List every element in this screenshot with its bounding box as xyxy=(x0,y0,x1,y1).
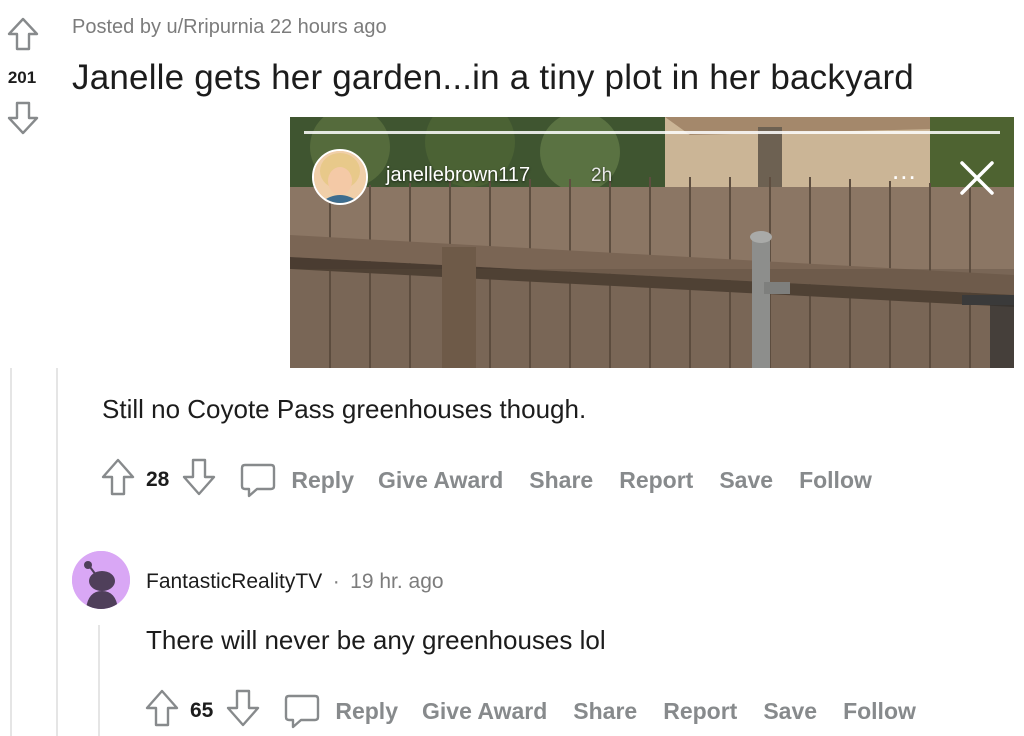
post-meta: Posted by u/Rripurnia 22 hours ago xyxy=(72,16,387,38)
comment-downvote-button[interactable] xyxy=(225,688,261,734)
reply-button[interactable]: Reply xyxy=(239,461,354,499)
reply-label: Reply xyxy=(335,697,398,724)
reply-button[interactable]: Reply xyxy=(283,692,398,730)
story-time: 2h xyxy=(591,165,613,186)
post-title[interactable]: Janelle gets her garden...in a tiny plot… xyxy=(72,58,914,98)
report-button[interactable]: Report xyxy=(619,467,693,494)
thread-line[interactable] xyxy=(56,368,58,736)
follow-button[interactable]: Follow xyxy=(799,467,872,494)
upvote-icon xyxy=(145,689,179,727)
comment-actions: 65 Reply Give Award Share Report Save Fo… xyxy=(144,688,942,734)
comment-bubble-icon xyxy=(241,463,276,498)
give-award-button[interactable]: Give Award xyxy=(422,698,547,725)
comment-downvote-button[interactable] xyxy=(181,457,217,503)
story-avatar[interactable] xyxy=(312,149,368,205)
downvote-icon xyxy=(183,458,216,496)
downvote-icon xyxy=(7,101,39,135)
comment-upvote-button[interactable] xyxy=(144,688,180,734)
share-button[interactable]: Share xyxy=(529,467,593,494)
snoo-avatar-icon xyxy=(72,551,130,609)
comment-bubble-icon xyxy=(285,694,320,729)
follow-button[interactable]: Follow xyxy=(843,698,916,725)
avatar[interactable] xyxy=(72,551,130,609)
comment-body: Still no Coyote Pass greenhouses though. xyxy=(102,394,587,424)
comment-actions: 28 Reply Give Award Share Report Save Fo… xyxy=(100,457,898,503)
give-award-button[interactable]: Give Award xyxy=(378,467,503,494)
thread-line[interactable] xyxy=(10,368,12,736)
comment-header: FantasticRealityTV · 19 hr. ago xyxy=(146,570,444,594)
reply-label: Reply xyxy=(291,466,354,493)
comment-upvote-button[interactable] xyxy=(100,457,136,503)
downvote-icon xyxy=(227,689,260,727)
close-icon[interactable] xyxy=(958,159,996,202)
post-downvote-button[interactable] xyxy=(6,100,40,136)
comment-score: 28 xyxy=(146,468,170,491)
comment-time[interactable]: 19 hr. ago xyxy=(350,570,443,593)
separator: · xyxy=(332,570,340,593)
comment-author[interactable]: FantasticRealityTV xyxy=(146,570,322,593)
save-button[interactable]: Save xyxy=(763,698,817,725)
post-upvote-button[interactable] xyxy=(6,16,40,52)
save-button[interactable]: Save xyxy=(719,467,773,494)
more-options-icon[interactable]: ... xyxy=(892,155,917,186)
share-button[interactable]: Share xyxy=(573,698,637,725)
upvote-icon xyxy=(7,17,39,51)
comment-score: 65 xyxy=(190,699,214,722)
upvote-icon xyxy=(101,458,135,496)
story-username[interactable]: janellebrown117 xyxy=(386,164,530,187)
post-score: 201 xyxy=(7,68,37,87)
comment-body: There will never be any greenhouses lol xyxy=(146,625,606,655)
post-media[interactable]: janellebrown117 2h ... xyxy=(290,117,1014,368)
report-button[interactable]: Report xyxy=(663,698,737,725)
avatar-photo xyxy=(314,151,366,203)
thread-line[interactable] xyxy=(98,625,100,736)
